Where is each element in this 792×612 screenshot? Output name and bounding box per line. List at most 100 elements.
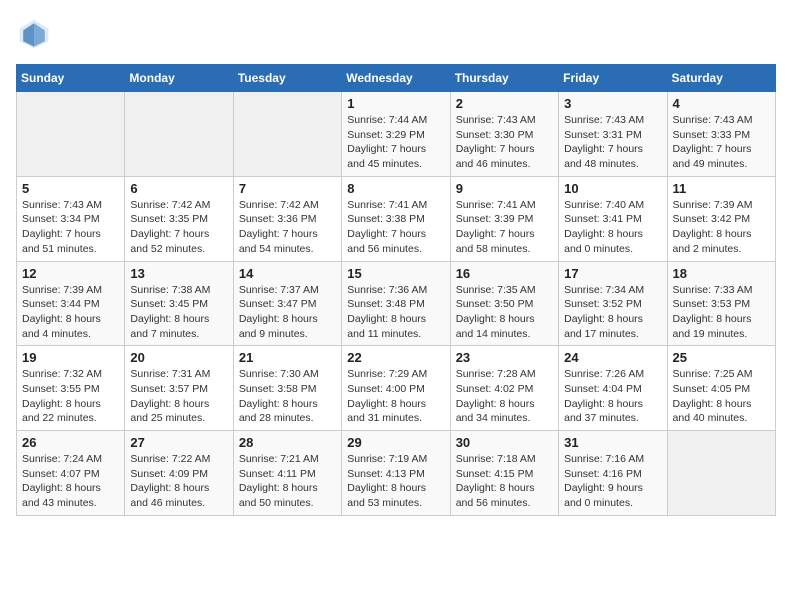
- calendar-cell: [233, 92, 341, 177]
- calendar-cell: 4 Sunrise: 7:43 AM Sunset: 3:33 PM Daylig…: [667, 92, 775, 177]
- calendar-cell: 11 Sunrise: 7:39 AM Sunset: 3:42 PM Dayli…: [667, 176, 775, 261]
- calendar-cell: 15Sunrise: 7:36 AM Sunset: 3:48 PM Dayli…: [342, 261, 450, 346]
- day-number: 2: [456, 96, 553, 111]
- day-info: Sunrise: 7:38 AM Sunset: 3:45 PM Dayligh…: [130, 283, 227, 342]
- day-header-monday: Monday: [125, 65, 233, 92]
- calendar-cell: 25 Sunrise: 7:25 AM Sunset: 4:05 PM Dayli…: [667, 346, 775, 431]
- day-number: 21: [239, 350, 336, 365]
- day-number: 30: [456, 435, 553, 450]
- day-info: Sunrise: 7:41 AM Sunset: 3:39 PM Dayligh…: [456, 198, 553, 257]
- day-info: Sunrise: 7:35 AM Sunset: 3:50 PM Dayligh…: [456, 283, 553, 342]
- day-number: 8: [347, 181, 444, 196]
- day-number: 28: [239, 435, 336, 450]
- day-header-wednesday: Wednesday: [342, 65, 450, 92]
- calendar-cell: 12 Sunrise: 7:39 AM Sunset: 3:44 PM Dayli…: [17, 261, 125, 346]
- day-number: 3: [564, 96, 661, 111]
- logo: [16, 16, 56, 52]
- calendar-cell: 18 Sunrise: 7:33 AM Sunset: 3:53 PM Dayli…: [667, 261, 775, 346]
- day-number: 5: [22, 181, 119, 196]
- week-row-2: 5 Sunrise: 7:43 AM Sunset: 3:34 PM Daylig…: [17, 176, 776, 261]
- day-info: Sunrise: 7:24 AM Sunset: 4:07 PM Dayligh…: [22, 452, 119, 511]
- day-number: 1: [347, 96, 444, 111]
- calendar-cell: 8 Sunrise: 7:41 AM Sunset: 3:38 PM Daylig…: [342, 176, 450, 261]
- week-row-1: 1 Sunrise: 7:44 AM Sunset: 3:29 PM Daylig…: [17, 92, 776, 177]
- day-info: Sunrise: 7:42 AM Sunset: 3:35 PM Dayligh…: [130, 198, 227, 257]
- day-info: Sunrise: 7:25 AM Sunset: 4:05 PM Dayligh…: [673, 367, 770, 426]
- calendar-cell: 7 Sunrise: 7:42 AM Sunset: 3:36 PM Daylig…: [233, 176, 341, 261]
- calendar-cell: 19 Sunrise: 7:32 AM Sunset: 3:55 PM Dayli…: [17, 346, 125, 431]
- calendar-cell: 1 Sunrise: 7:44 AM Sunset: 3:29 PM Daylig…: [342, 92, 450, 177]
- day-info: Sunrise: 7:41 AM Sunset: 3:38 PM Dayligh…: [347, 198, 444, 257]
- day-info: Sunrise: 7:43 AM Sunset: 3:31 PM Dayligh…: [564, 113, 661, 172]
- calendar-table: SundayMondayTuesdayWednesdayThursdayFrid…: [16, 64, 776, 516]
- day-number: 7: [239, 181, 336, 196]
- calendar-cell: 20 Sunrise: 7:31 AM Sunset: 3:57 PM Dayli…: [125, 346, 233, 431]
- day-info: Sunrise: 7:42 AM Sunset: 3:36 PM Dayligh…: [239, 198, 336, 257]
- calendar-cell: 24 Sunrise: 7:26 AM Sunset: 4:04 PM Dayli…: [559, 346, 667, 431]
- day-info: Sunrise: 7:31 AM Sunset: 3:57 PM Dayligh…: [130, 367, 227, 426]
- calendar-cell: 31Sunrise: 7:16 AM Sunset: 4:16 PM Dayli…: [559, 431, 667, 516]
- calendar-cell: 26Sunrise: 7:24 AM Sunset: 4:07 PM Dayli…: [17, 431, 125, 516]
- day-info: Sunrise: 7:19 AM Sunset: 4:13 PM Dayligh…: [347, 452, 444, 511]
- day-number: 4: [673, 96, 770, 111]
- day-info: Sunrise: 7:34 AM Sunset: 3:52 PM Dayligh…: [564, 283, 661, 342]
- day-info: Sunrise: 7:18 AM Sunset: 4:15 PM Dayligh…: [456, 452, 553, 511]
- day-number: 19: [22, 350, 119, 365]
- calendar-cell: 22Sunrise: 7:29 AM Sunset: 4:00 PM Dayli…: [342, 346, 450, 431]
- calendar-cell: [125, 92, 233, 177]
- logo-icon: [16, 16, 52, 52]
- day-number: 24: [564, 350, 661, 365]
- day-header-saturday: Saturday: [667, 65, 775, 92]
- week-row-4: 19 Sunrise: 7:32 AM Sunset: 3:55 PM Dayli…: [17, 346, 776, 431]
- page-header: [16, 16, 776, 52]
- day-number: 9: [456, 181, 553, 196]
- day-info: Sunrise: 7:43 AM Sunset: 3:30 PM Dayligh…: [456, 113, 553, 172]
- day-info: Sunrise: 7:26 AM Sunset: 4:04 PM Dayligh…: [564, 367, 661, 426]
- calendar-cell: 3 Sunrise: 7:43 AM Sunset: 3:31 PM Daylig…: [559, 92, 667, 177]
- calendar-cell: 13 Sunrise: 7:38 AM Sunset: 3:45 PM Dayli…: [125, 261, 233, 346]
- day-header-thursday: Thursday: [450, 65, 558, 92]
- week-row-5: 26Sunrise: 7:24 AM Sunset: 4:07 PM Dayli…: [17, 431, 776, 516]
- day-info: Sunrise: 7:32 AM Sunset: 3:55 PM Dayligh…: [22, 367, 119, 426]
- calendar-cell: [667, 431, 775, 516]
- calendar-cell: [17, 92, 125, 177]
- day-number: 12: [22, 266, 119, 281]
- day-number: 27: [130, 435, 227, 450]
- day-info: Sunrise: 7:43 AM Sunset: 3:33 PM Dayligh…: [673, 113, 770, 172]
- day-number: 17: [564, 266, 661, 281]
- day-info: Sunrise: 7:22 AM Sunset: 4:09 PM Dayligh…: [130, 452, 227, 511]
- day-number: 23: [456, 350, 553, 365]
- day-header-friday: Friday: [559, 65, 667, 92]
- day-number: 15: [347, 266, 444, 281]
- day-number: 14: [239, 266, 336, 281]
- day-info: Sunrise: 7:44 AM Sunset: 3:29 PM Dayligh…: [347, 113, 444, 172]
- day-info: Sunrise: 7:33 AM Sunset: 3:53 PM Dayligh…: [673, 283, 770, 342]
- calendar-cell: 14 Sunrise: 7:37 AM Sunset: 3:47 PM Dayli…: [233, 261, 341, 346]
- day-header-sunday: Sunday: [17, 65, 125, 92]
- day-number: 18: [673, 266, 770, 281]
- day-number: 6: [130, 181, 227, 196]
- calendar-cell: 30 Sunrise: 7:18 AM Sunset: 4:15 PM Dayli…: [450, 431, 558, 516]
- day-number: 16: [456, 266, 553, 281]
- calendar-cell: 9 Sunrise: 7:41 AM Sunset: 3:39 PM Daylig…: [450, 176, 558, 261]
- calendar-cell: 6 Sunrise: 7:42 AM Sunset: 3:35 PM Daylig…: [125, 176, 233, 261]
- day-number: 29: [347, 435, 444, 450]
- calendar-cell: 16 Sunrise: 7:35 AM Sunset: 3:50 PM Dayli…: [450, 261, 558, 346]
- days-header-row: SundayMondayTuesdayWednesdayThursdayFrid…: [17, 65, 776, 92]
- calendar-cell: 17 Sunrise: 7:34 AM Sunset: 3:52 PM Dayli…: [559, 261, 667, 346]
- day-info: Sunrise: 7:30 AM Sunset: 3:58 PM Dayligh…: [239, 367, 336, 426]
- day-number: 11: [673, 181, 770, 196]
- day-number: 20: [130, 350, 227, 365]
- calendar-cell: 28 Sunrise: 7:21 AM Sunset: 4:11 PM Dayli…: [233, 431, 341, 516]
- week-row-3: 12 Sunrise: 7:39 AM Sunset: 3:44 PM Dayli…: [17, 261, 776, 346]
- day-info: Sunrise: 7:39 AM Sunset: 3:44 PM Dayligh…: [22, 283, 119, 342]
- calendar-cell: 29 Sunrise: 7:19 AM Sunset: 4:13 PM Dayli…: [342, 431, 450, 516]
- day-number: 25: [673, 350, 770, 365]
- day-header-tuesday: Tuesday: [233, 65, 341, 92]
- day-number: 13: [130, 266, 227, 281]
- calendar-cell: 27 Sunrise: 7:22 AM Sunset: 4:09 PM Dayli…: [125, 431, 233, 516]
- day-info: Sunrise: 7:21 AM Sunset: 4:11 PM Dayligh…: [239, 452, 336, 511]
- day-info: Sunrise: 7:43 AM Sunset: 3:34 PM Dayligh…: [22, 198, 119, 257]
- day-info: Sunrise: 7:37 AM Sunset: 3:47 PM Dayligh…: [239, 283, 336, 342]
- day-info: Sunrise: 7:39 AM Sunset: 3:42 PM Dayligh…: [673, 198, 770, 257]
